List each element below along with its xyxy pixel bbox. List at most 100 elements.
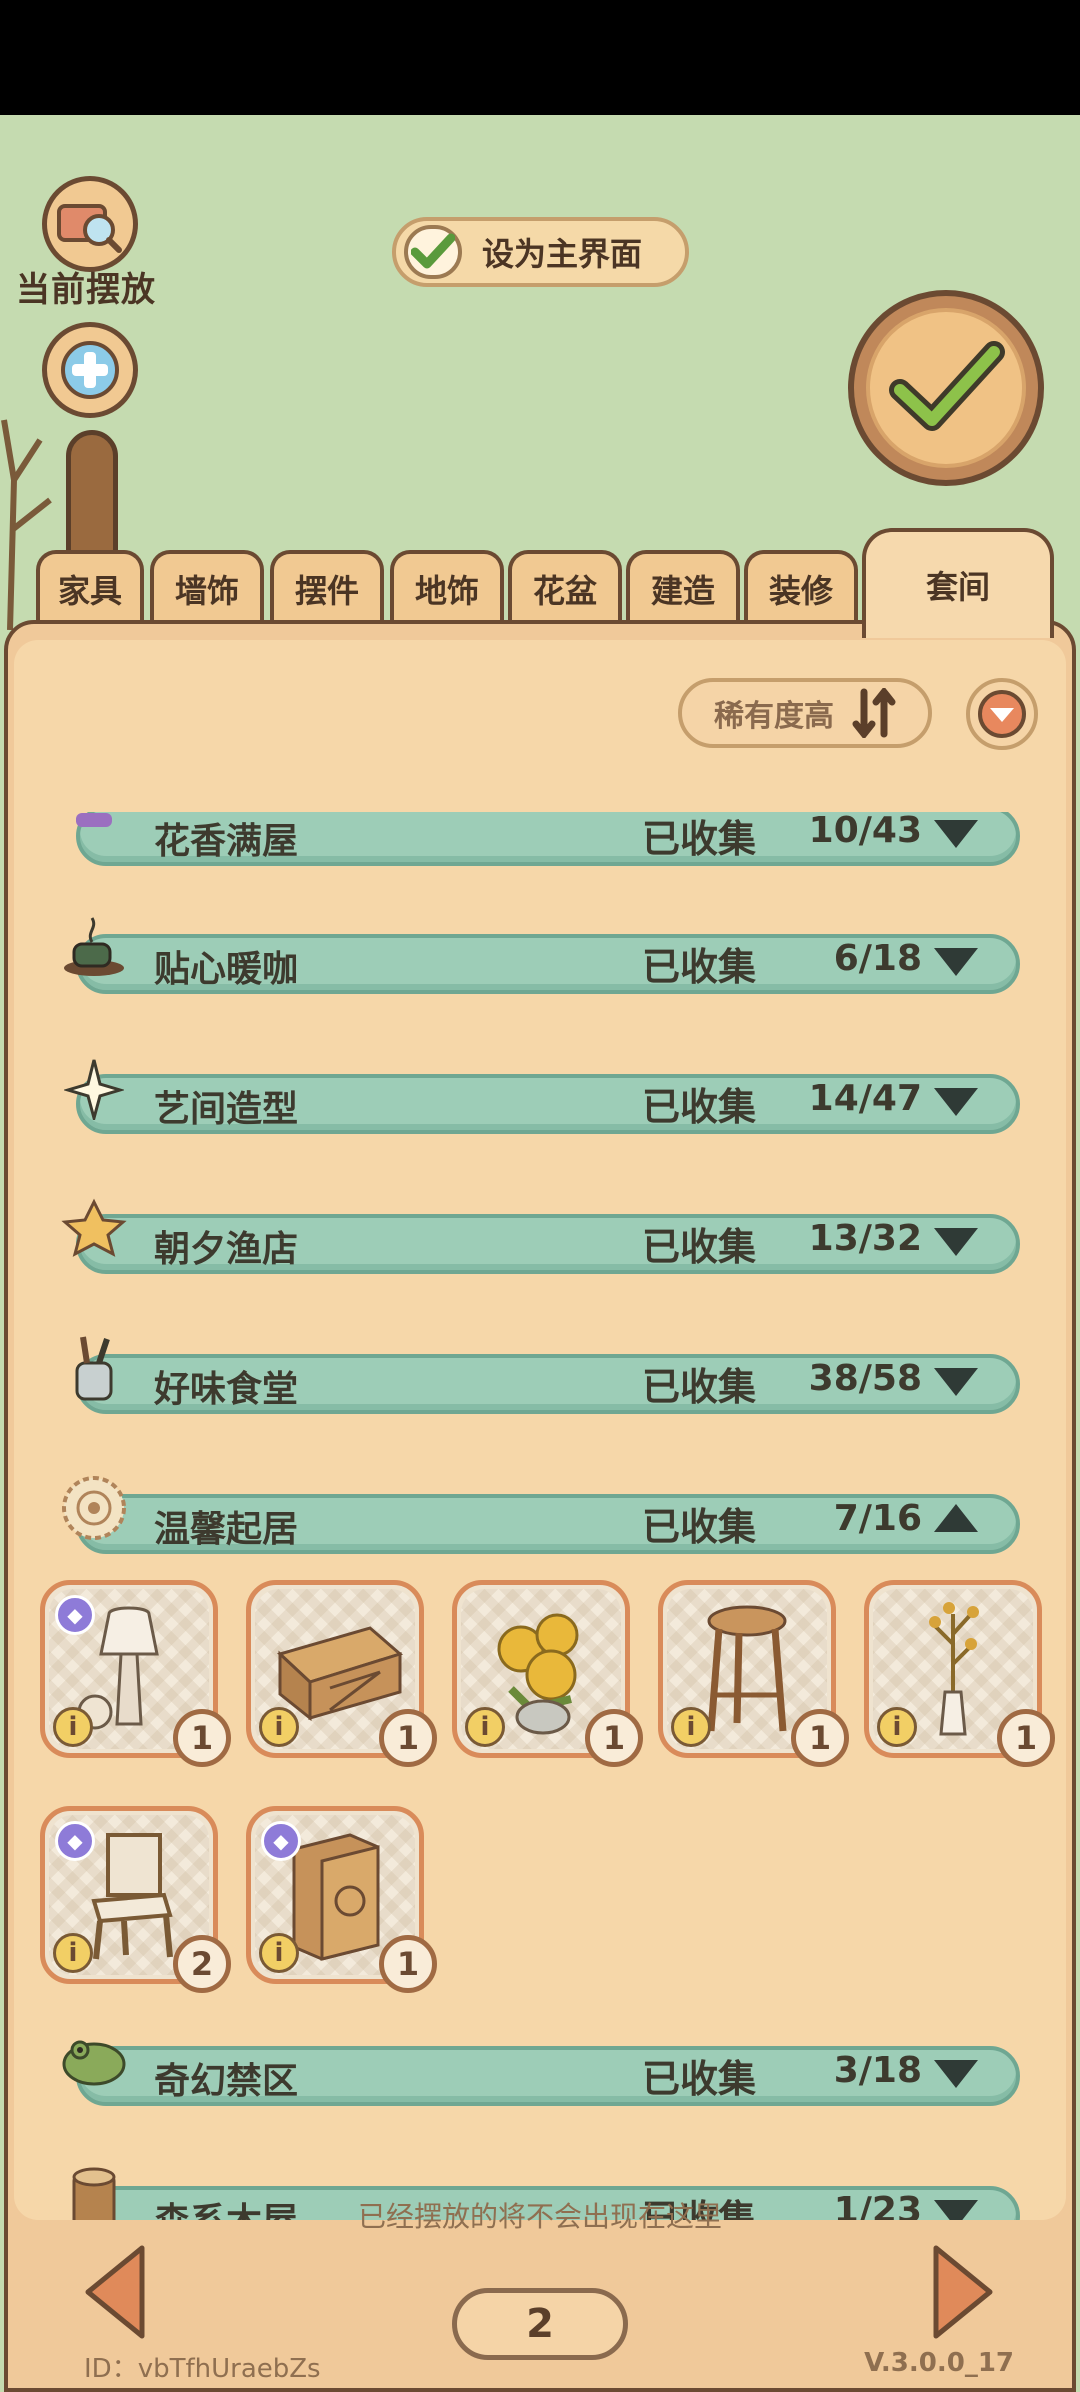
- tab-flower-pots[interactable]: 花盆: [508, 550, 622, 624]
- check-icon: [411, 233, 455, 269]
- furniture-search-icon: [57, 204, 122, 253]
- sort-button[interactable]: 稀有度高: [678, 678, 932, 748]
- user-id: ID：vbTfhUraebZs: [84, 2354, 321, 2384]
- info-icon[interactable]: i: [259, 1933, 299, 1973]
- collected-label: 已收集: [642, 1365, 757, 1409]
- placement-hint: 已经摆放的将不会出现在这里: [357, 2200, 722, 2233]
- collected-label: 已收集: [642, 817, 757, 861]
- set-row[interactable]: 好味食堂 已收集 38/58: [64, 1336, 1020, 1418]
- quantity-badge: 1: [173, 1709, 231, 1767]
- prev-page-button[interactable]: [82, 2242, 148, 2342]
- scroll-handle[interactable]: [66, 430, 118, 560]
- quantity-badge: 1: [379, 1709, 437, 1767]
- confirm-button[interactable]: [848, 290, 1044, 486]
- next-page-button[interactable]: [930, 2242, 996, 2342]
- tab-wall-decor[interactable]: 墙饰: [150, 550, 264, 624]
- collected-count: 6/18: [833, 938, 922, 979]
- collected-count: 14/47: [808, 1078, 922, 1119]
- chevron-down-icon[interactable]: [934, 1368, 978, 1396]
- tab-furniture[interactable]: 家具: [36, 550, 144, 624]
- quantity-badge: 2: [173, 1935, 231, 1993]
- item-card[interactable]: i 1: [864, 1580, 1055, 1767]
- set-name: 艺间造型: [154, 1089, 299, 1130]
- set-row[interactable]: 花香满屋 已收集 10/43: [64, 812, 1020, 870]
- page-number: 2: [452, 2288, 628, 2360]
- flower-icon: [58, 812, 130, 856]
- collected-count: 3/18: [833, 2050, 922, 2091]
- item-card[interactable]: ◆ i 2: [40, 1806, 231, 1993]
- utensils-icon: [58, 1332, 130, 1404]
- item-card[interactable]: ◆ i 1: [40, 1580, 231, 1767]
- info-icon[interactable]: i: [259, 1707, 299, 1747]
- plus-icon: [61, 341, 119, 399]
- new-badge: ◆: [55, 1595, 95, 1635]
- tab-ornaments[interactable]: 摆件: [270, 550, 384, 624]
- chevron-down-icon[interactable]: [934, 948, 978, 976]
- star-icon: [58, 1192, 130, 1264]
- collected-count: 38/58: [808, 1358, 922, 1399]
- collected-count: 10/43: [808, 812, 922, 851]
- stool-icon: [707, 1605, 787, 1732]
- tab-floor-decor[interactable]: 地饰: [390, 550, 504, 624]
- set-name: 奇幻禁区: [154, 2061, 299, 2102]
- quantity-badge: 1: [997, 1709, 1055, 1767]
- sparkle-icon: [58, 1052, 130, 1124]
- set-name: 温馨起居: [154, 1509, 299, 1550]
- quantity-badge: 1: [379, 1935, 437, 1993]
- set-name: 贴心暖咖: [154, 949, 299, 990]
- set-row[interactable]: 奇幻禁区 已收集 3/18: [62, 2038, 1020, 2110]
- sort-arrows-icon: [852, 688, 896, 738]
- status-bar: [0, 0, 1080, 115]
- tab-renovation[interactable]: 装修: [744, 550, 858, 624]
- current-placement-button[interactable]: [42, 176, 138, 272]
- item-card[interactable]: i 1: [452, 1580, 643, 1767]
- new-badge: ◆: [261, 1821, 301, 1861]
- sort-label: 稀有度高: [714, 699, 834, 734]
- chevron-down-icon[interactable]: [934, 1088, 978, 1116]
- set-row[interactable]: 朝夕渔店 已收集 13/32: [61, 1198, 1020, 1278]
- item-card[interactable]: ◆ i 1: [246, 1806, 437, 1993]
- collected-count: 13/32: [808, 1218, 922, 1259]
- coffee-cup-icon: [58, 912, 130, 984]
- new-badge: ◆: [55, 1821, 95, 1861]
- collected-label: 已收集: [642, 1505, 757, 1549]
- set-list[interactable]: 花香满屋 已收集 10/43 贴心暖咖 已收集 6/18 艺间造型 已收集 14…: [14, 812, 1066, 2220]
- set-row[interactable]: 温馨起居 已收集 7/16: [62, 1476, 1020, 1558]
- tab-build[interactable]: 建造: [626, 550, 740, 624]
- set-row[interactable]: 艺间造型 已收集 14/47: [64, 1059, 1020, 1138]
- version-label: V.3.0.0_17: [864, 2348, 1014, 2378]
- quantity-badge: 1: [791, 1709, 849, 1767]
- info-icon[interactable]: i: [465, 1707, 505, 1747]
- current-placement-label: 当前摆放: [16, 270, 156, 310]
- collected-label: 已收集: [642, 1085, 757, 1129]
- set-main-screen-toggle[interactable]: 设为主界面: [392, 217, 689, 287]
- chevron-down-icon: [978, 690, 1026, 738]
- info-icon[interactable]: i: [877, 1707, 917, 1747]
- quantity-badge: 1: [585, 1709, 643, 1767]
- collected-count: 7/16: [833, 1498, 922, 1539]
- item-card[interactable]: i 1: [658, 1580, 849, 1767]
- chevron-up-icon[interactable]: [934, 1504, 978, 1532]
- tab-suites[interactable]: 套间: [862, 528, 1054, 638]
- filter-dropdown-button[interactable]: [966, 678, 1038, 750]
- check-icon: [889, 341, 1005, 431]
- chevron-down-icon[interactable]: [934, 820, 978, 848]
- frog-icon: [58, 2024, 130, 2096]
- set-name: 花香满屋: [154, 821, 299, 862]
- set-name: 好味食堂: [154, 1369, 299, 1410]
- add-button[interactable]: [42, 322, 138, 418]
- set-row[interactable]: 贴心暖咖 已收集 6/18: [64, 917, 1020, 998]
- collected-label: 已收集: [642, 2057, 757, 2101]
- item-card[interactable]: i 1: [246, 1580, 437, 1767]
- collected-label: 已收集: [642, 945, 757, 989]
- info-icon[interactable]: i: [53, 1707, 93, 1747]
- chevron-down-icon[interactable]: [934, 2060, 978, 2088]
- chevron-down-icon[interactable]: [934, 1228, 978, 1256]
- set-main-label: 设为主界面: [482, 235, 643, 273]
- set-name: 朝夕渔店: [154, 1229, 299, 1270]
- info-icon[interactable]: i: [53, 1933, 93, 1973]
- vase-branch-icon: [929, 1602, 979, 1736]
- collected-label: 已收集: [642, 1225, 757, 1269]
- info-icon[interactable]: i: [671, 1707, 711, 1747]
- checkbox[interactable]: [404, 225, 462, 279]
